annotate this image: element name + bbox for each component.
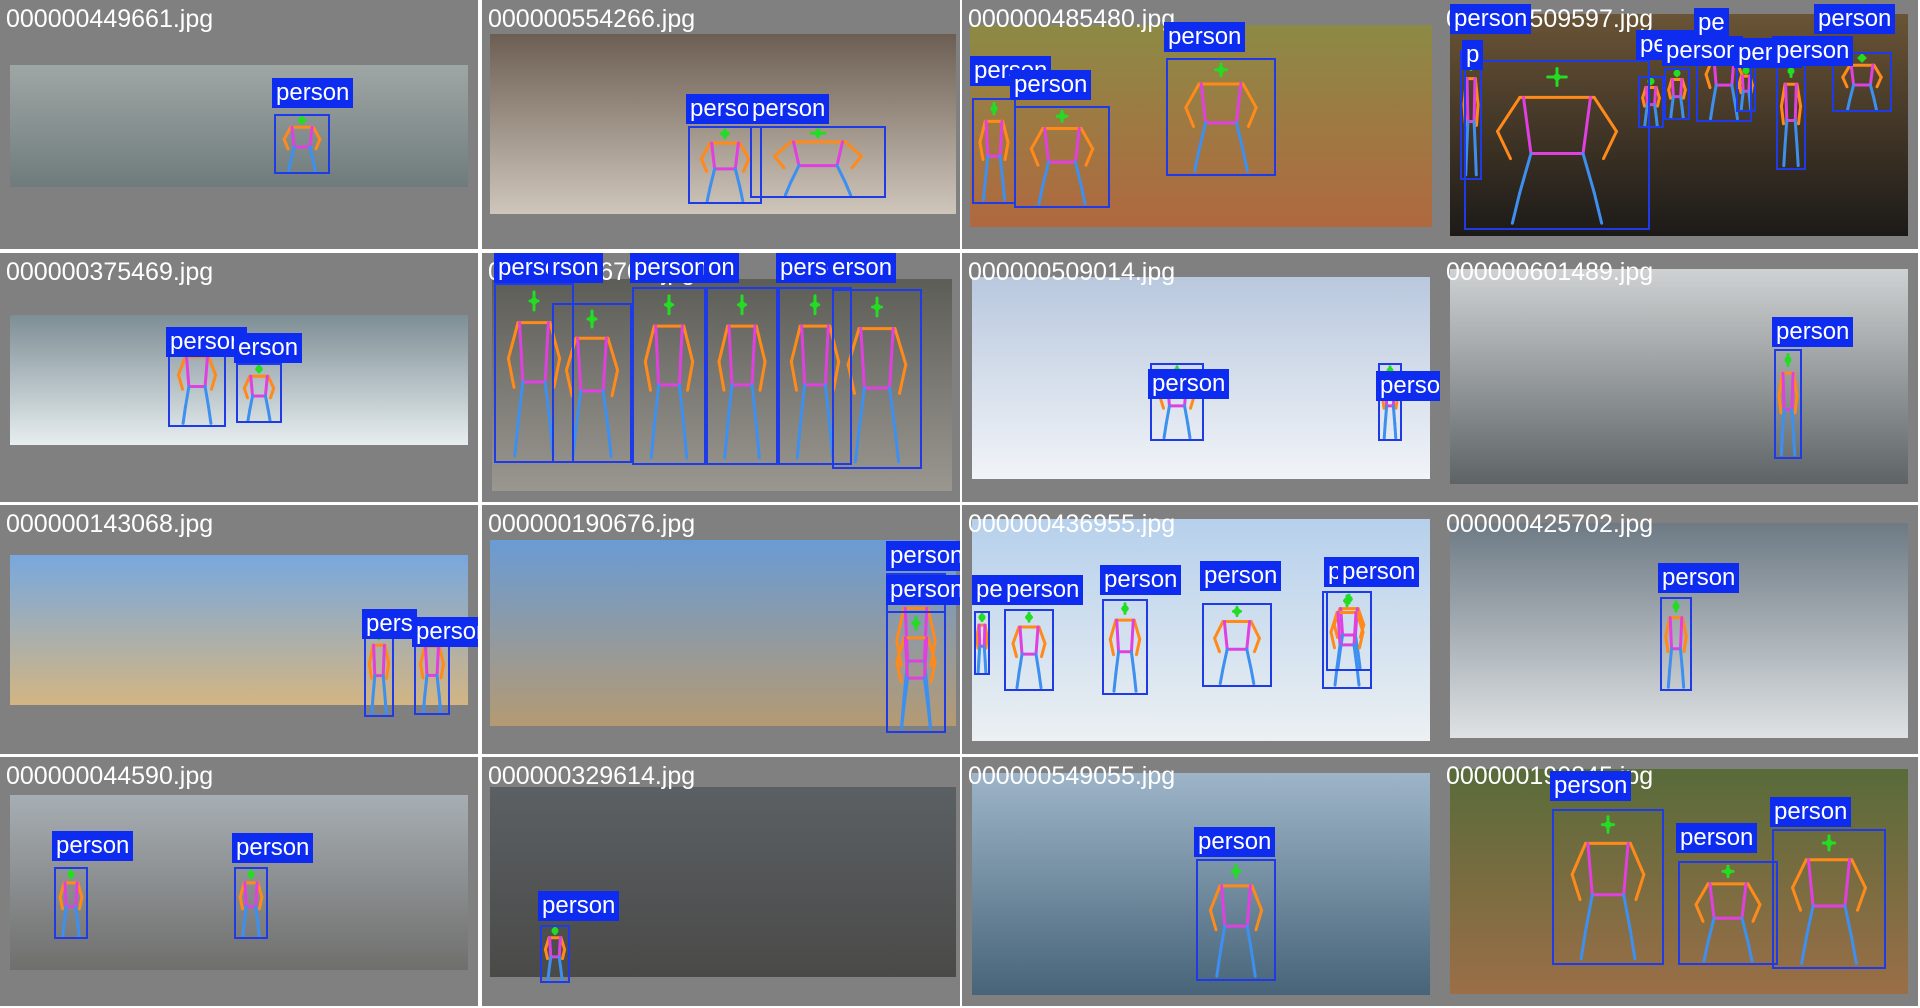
person-label: erson xyxy=(828,253,897,283)
person-label: person xyxy=(1200,561,1282,591)
image-tile[interactable]: 000000375469.jpg person erson xyxy=(0,253,478,502)
person-bounding-box xyxy=(750,126,886,198)
person-bounding-box xyxy=(886,611,946,733)
person-bounding-box xyxy=(1660,597,1692,691)
person-bounding-box xyxy=(706,287,778,465)
person-label: person xyxy=(1814,4,1896,34)
person-label: person xyxy=(1148,369,1230,399)
person-label: person xyxy=(1100,565,1182,595)
person-bounding-box xyxy=(1202,603,1272,687)
pose-skeletons xyxy=(699,128,864,203)
person-bounding-box xyxy=(832,289,922,469)
person-label: perso xyxy=(686,94,755,124)
person-bounding-box xyxy=(1776,60,1806,170)
person-label: person xyxy=(232,833,314,863)
person-label: person xyxy=(1450,4,1532,34)
pose-skeletons xyxy=(282,115,322,174)
image-tile[interactable]: 000000306700.jpgpersonrsonpersononperson… xyxy=(482,253,960,502)
image-tile[interactable]: 000000601489.jpg person xyxy=(1440,253,1918,502)
image-tile[interactable]: 000000329614.jpg person xyxy=(482,757,960,1006)
image-tile[interactable]: 000000436955.jpg pe person person person pers… xyxy=(962,505,1440,754)
image-tile[interactable]: 000000549055.jpg person xyxy=(962,757,1440,1006)
person-label: rson xyxy=(548,253,603,283)
person-label: person xyxy=(1194,827,1276,857)
person-bounding-box xyxy=(1736,66,1756,112)
image-tile[interactable]: 000000485480.jpgpersonpersonperson xyxy=(962,0,1440,249)
person-label: person xyxy=(1550,771,1632,801)
image-tile[interactable]: 000000449661.jpg person xyxy=(0,0,478,249)
person-bounding-box xyxy=(1166,58,1276,176)
person-label: person xyxy=(1676,823,1758,853)
pose-skeletons xyxy=(1777,353,1799,457)
image-tile[interactable]: 000000143068.jpgpersperson xyxy=(0,505,478,754)
person-label: person xyxy=(1772,36,1854,66)
person-label: person xyxy=(1770,797,1852,827)
image-tile[interactable]: 000000554266.jpg perso person xyxy=(482,0,960,249)
person-bounding-box xyxy=(974,611,990,675)
image-tile[interactable]: 000000425702.jpg person xyxy=(1440,505,1918,754)
image-tile[interactable]: 000000190845.jpgpersonpersonperson xyxy=(1440,757,1918,1006)
person-label: person xyxy=(748,94,830,124)
person-label: person xyxy=(272,78,354,108)
person-bounding-box xyxy=(236,363,282,423)
person-label: p xyxy=(1462,40,1484,70)
person-label: person xyxy=(1376,371,1440,401)
person-bounding-box xyxy=(1638,76,1664,128)
person-label: person xyxy=(1772,317,1854,347)
person-bounding-box xyxy=(1772,829,1886,969)
person-label: person xyxy=(1338,557,1420,587)
person-bounding-box xyxy=(972,98,1016,204)
person-bounding-box xyxy=(54,867,88,939)
person-bounding-box xyxy=(1322,591,1372,689)
person-label: on xyxy=(704,253,739,283)
person-label: person xyxy=(1002,575,1084,605)
person-label: person xyxy=(886,575,960,605)
image-tile[interactable]: 000000509014.jpgpersonperson xyxy=(962,253,1440,502)
image-tile[interactable]: 000000509597.jpgpersonppersonpersonpeper… xyxy=(1440,0,1918,249)
person-label: person xyxy=(1662,36,1744,66)
person-bounding-box xyxy=(1552,809,1664,965)
person-bounding-box xyxy=(1102,599,1148,695)
person-label: person xyxy=(412,617,478,647)
person-bounding-box xyxy=(1014,106,1110,208)
person-label: person xyxy=(630,253,712,283)
person-bounding-box xyxy=(1774,349,1802,459)
person-bounding-box xyxy=(1196,859,1276,981)
person-label: person xyxy=(1164,22,1246,52)
person-bounding-box xyxy=(540,925,570,983)
person-bounding-box xyxy=(1664,68,1690,120)
image-tile[interactable]: 000000044590.jpg person person xyxy=(0,757,478,1006)
person-label: person xyxy=(52,831,134,861)
person-bounding-box xyxy=(632,287,706,465)
person-bounding-box xyxy=(234,867,268,939)
person-label: pe xyxy=(1694,8,1729,38)
person-label: person xyxy=(1658,563,1740,593)
person-label: person xyxy=(1010,70,1092,100)
person-bounding-box xyxy=(1004,609,1054,691)
person-bounding-box xyxy=(1464,60,1650,230)
person-bounding-box xyxy=(274,114,330,174)
person-label: person xyxy=(886,541,960,571)
person-bounding-box xyxy=(552,303,632,463)
person-bounding-box xyxy=(1678,861,1778,965)
person-label: person xyxy=(538,891,620,921)
image-tile[interactable]: 000000190676.jpg person person xyxy=(482,505,960,754)
person-label: pers xyxy=(362,609,417,639)
person-label: erson xyxy=(234,333,303,363)
